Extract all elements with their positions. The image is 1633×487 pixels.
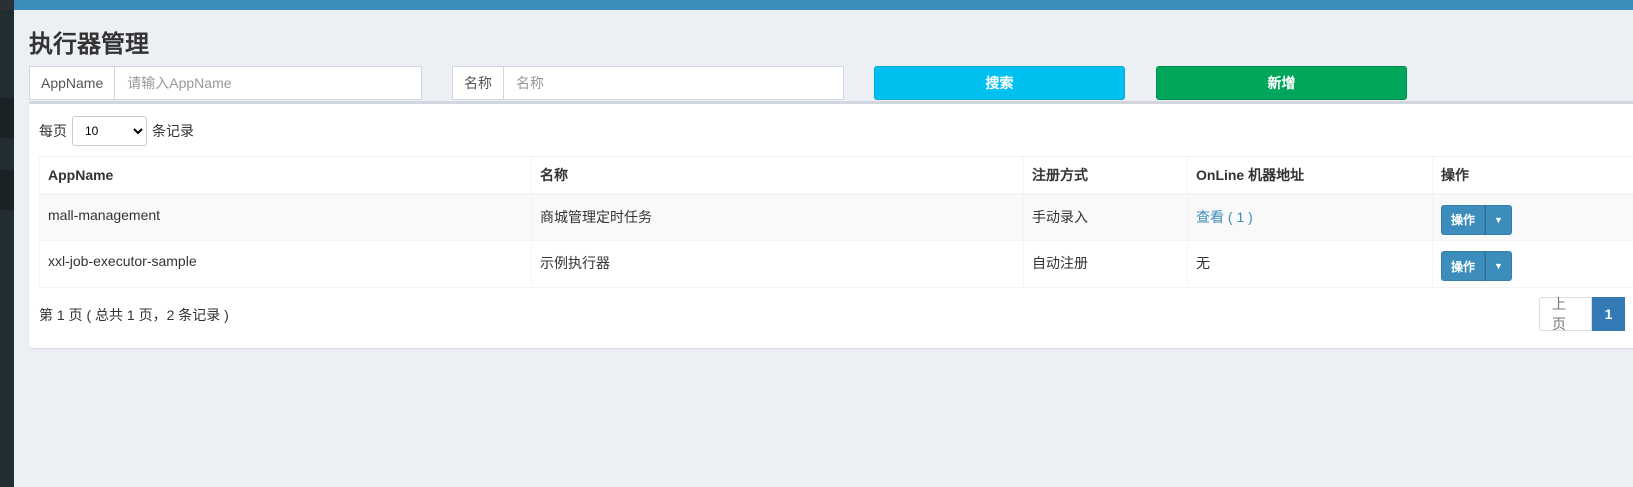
cell-registration: 手动录入: [1023, 193, 1188, 241]
length-suffix: 条记录: [152, 123, 194, 139]
name-filter: 名称: [452, 66, 844, 100]
pagination-info: 第 1 页 ( 总共 1 页，2 条记录 ): [39, 307, 229, 323]
executor-table: AppName 名称 注册方式 OnLine 机器地址 操作 mall-mana…: [39, 156, 1633, 288]
cell-name: 商城管理定时任务: [531, 193, 1024, 241]
header-logo-area: [0, 0, 14, 10]
cell-operation: 操作 ▼: [1432, 240, 1633, 288]
prev-page-button[interactable]: 上页: [1539, 296, 1592, 332]
appname-label: AppName: [30, 67, 116, 99]
column-header-operation: 操作: [1432, 156, 1633, 195]
cell-appname: mall-management: [39, 193, 532, 241]
cell-operation: 操作 ▼: [1432, 193, 1633, 241]
appname-input[interactable]: [115, 67, 421, 99]
cell-appname: xxl-job-executor-sample: [39, 240, 532, 288]
column-header-registration[interactable]: 注册方式: [1023, 156, 1188, 195]
cell-online-address: 无: [1187, 240, 1433, 288]
page-length-select[interactable]: 10: [72, 116, 147, 146]
operation-button-group: 操作 ▼: [1441, 251, 1512, 281]
column-header-name[interactable]: 名称: [531, 156, 1024, 195]
sidebar-marker: [0, 170, 14, 210]
column-header-online-address[interactable]: OnLine 机器地址: [1187, 156, 1433, 195]
operation-button-group: 操作 ▼: [1441, 204, 1512, 235]
page-title: 执行器管理: [29, 30, 149, 58]
caret-down-icon[interactable]: ▼: [1485, 204, 1512, 235]
cell-registration: 自动注册: [1023, 240, 1188, 288]
length-prefix: 每页: [39, 123, 67, 139]
current-page-button[interactable]: 1: [1592, 297, 1625, 331]
top-header-bar: [0, 0, 1633, 10]
pagination: 上页 1: [1539, 296, 1625, 332]
sidebar-marker: [0, 98, 14, 138]
executor-list-box: 每页 10 条记录 AppName 名称 注册方式 OnLine 机器地址 操作…: [29, 101, 1633, 348]
table-row: mall-management 商城管理定时任务 手动录入 查看 ( 1 ) 操…: [39, 193, 1633, 241]
caret-down-icon[interactable]: ▼: [1485, 251, 1512, 281]
name-label: 名称: [453, 67, 504, 99]
operation-button[interactable]: 操作: [1441, 204, 1485, 235]
column-header-appname[interactable]: AppName: [39, 156, 532, 195]
search-button[interactable]: 搜索: [874, 66, 1125, 100]
add-button[interactable]: 新增: [1156, 66, 1407, 100]
view-online-link[interactable]: 查看 ( 1 ): [1196, 209, 1253, 225]
operation-button[interactable]: 操作: [1441, 251, 1485, 281]
sidebar-strip: [0, 10, 14, 487]
cell-name: 示例执行器: [531, 240, 1024, 288]
table-row: xxl-job-executor-sample 示例执行器 自动注册 无 操作 …: [39, 240, 1633, 288]
page-length-control: 每页 10 条记录: [39, 116, 194, 146]
appname-filter: AppName: [29, 66, 422, 100]
cell-online-address: 查看 ( 1 ): [1187, 193, 1433, 241]
table-header-row: AppName 名称 注册方式 OnLine 机器地址 操作: [39, 156, 1633, 195]
name-input[interactable]: [504, 67, 843, 99]
